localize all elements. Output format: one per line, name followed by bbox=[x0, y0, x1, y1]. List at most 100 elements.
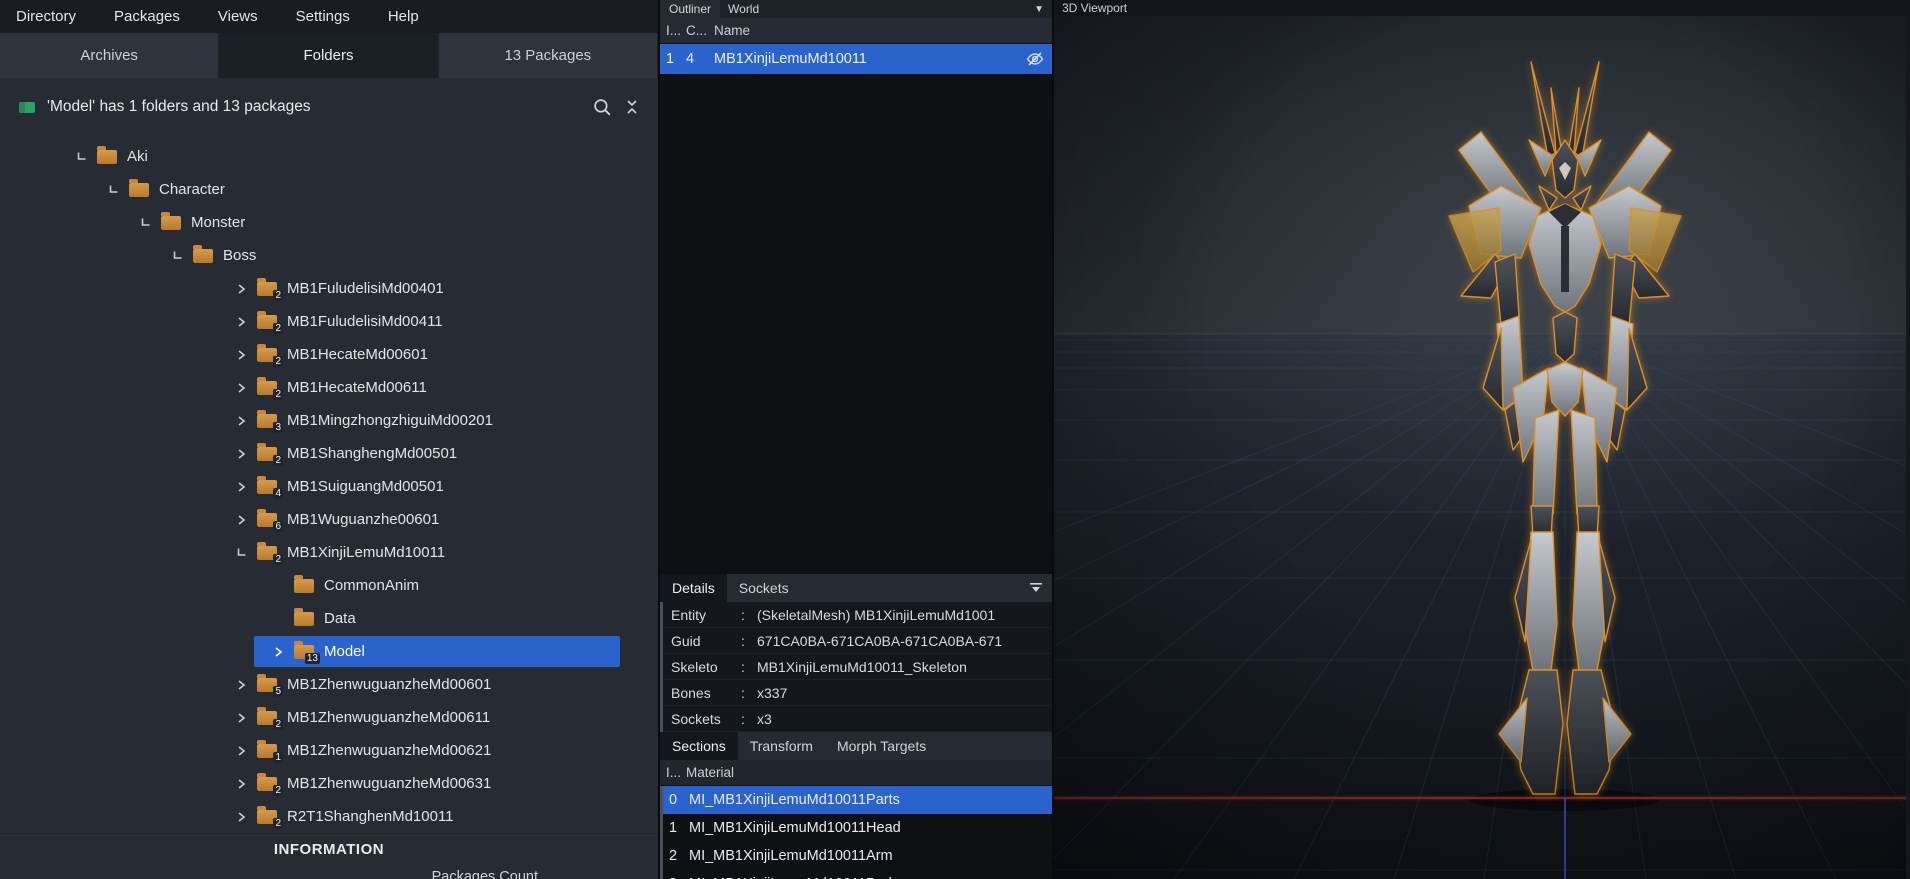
collapse-chevron-icon[interactable] bbox=[235, 745, 257, 757]
collapse-chevron-icon[interactable] bbox=[235, 679, 257, 691]
tree-item-label: MB1HecateMd00611 bbox=[287, 379, 427, 396]
tree-item-label: MB1MingzhongzhiguiMd00201 bbox=[287, 412, 493, 429]
collapse-chevron-icon[interactable] bbox=[235, 382, 257, 394]
tree-item-MB1ZhenwuguanzheMd00611[interactable]: 2 MB1ZhenwuguanzheMd00611 bbox=[0, 701, 658, 734]
sections-tab-transform[interactable]: Transform bbox=[738, 732, 825, 760]
tree-item-Monster[interactable]: Monster bbox=[0, 206, 658, 239]
viewport-scene bbox=[1054, 0, 1906, 879]
folder-count-badge: 2 bbox=[273, 817, 283, 829]
property-row-bones: Bones: x337 bbox=[663, 680, 1052, 706]
tree-item-MB1ZhenwuguanzheMd00631[interactable]: 2 MB1ZhenwuguanzheMd00631 bbox=[0, 767, 658, 800]
tree-item-label: Model bbox=[324, 643, 365, 660]
tree-item-MB1XinjiLemuMd10011[interactable]: 2 MB1XinjiLemuMd10011 bbox=[0, 536, 658, 569]
property-value: 671CA0BA-671CA0BA-671CA0BA-671 bbox=[757, 632, 1003, 649]
tree-item-Character[interactable]: Character bbox=[0, 173, 658, 206]
tree-item-MB1ZhenwuguanzheMd00621[interactable]: 1 MB1ZhenwuguanzheMd00621 bbox=[0, 734, 658, 767]
tree-item-label: Monster bbox=[191, 214, 246, 231]
folder-count-badge: 2 bbox=[273, 784, 283, 796]
material-row[interactable]: 1 MI_MB1XinjiLemuMd10011Head bbox=[663, 814, 1052, 842]
world-dropdown[interactable]: World ▼ bbox=[720, 0, 1052, 18]
details-tab-sockets[interactable]: Sockets bbox=[727, 574, 801, 602]
menu-item-packages[interactable]: Packages bbox=[114, 8, 180, 25]
tab-archives[interactable]: Archives bbox=[0, 33, 220, 78]
material-row[interactable]: 2 MI_MB1XinjiLemuMd10011Arm bbox=[663, 842, 1052, 870]
menu-item-help[interactable]: Help bbox=[388, 8, 419, 25]
sections-tab-morph-targets[interactable]: Morph Targets bbox=[825, 732, 938, 760]
tree-item-R2T1ShanghenMd10011[interactable]: 2 R2T1ShanghenMd10011 bbox=[0, 800, 658, 833]
sections-tab-sections[interactable]: Sections bbox=[660, 732, 738, 760]
expand-arrow-icon[interactable] bbox=[107, 184, 129, 196]
tree-item-MB1MingzhongzhiguiMd00201[interactable]: 3 MB1MingzhongzhiguiMd00201 bbox=[0, 404, 658, 437]
viewport-title: 3D Viewport bbox=[1062, 1, 1128, 15]
material-row-name: MI_MB1XinjiLemuMd10011Arm bbox=[689, 848, 893, 864]
filter-icon[interactable] bbox=[1029, 574, 1043, 602]
tree-item-MB1SuiguangMd00501[interactable]: 4 MB1SuiguangMd00501 bbox=[0, 470, 658, 503]
tree-item-MB1Wuguanzhe00601[interactable]: 6 MB1Wuguanzhe00601 bbox=[0, 503, 658, 536]
tree-item-MB1FuludelisiMd00401[interactable]: 2 MB1FuludelisiMd00401 bbox=[0, 272, 658, 305]
tree-item-CommonAnim[interactable]: CommonAnim bbox=[0, 569, 658, 602]
collapse-chevron-icon[interactable] bbox=[235, 316, 257, 328]
collapse-chevron-icon[interactable] bbox=[235, 514, 257, 526]
outliner-row[interactable]: 1 4 MB1XinjiLemuMd10011 bbox=[660, 44, 1052, 74]
outliner-tab[interactable]: Outliner bbox=[660, 0, 721, 18]
folder-icon: 2 bbox=[257, 541, 283, 565]
tree-item-MB1FuludelisiMd00411[interactable]: 2 MB1FuludelisiMd00411 bbox=[0, 305, 658, 338]
property-value: x3 bbox=[757, 710, 772, 727]
folder-count-badge: 2 bbox=[273, 553, 283, 565]
menu-item-settings[interactable]: Settings bbox=[296, 8, 350, 25]
collapse-chevron-icon[interactable] bbox=[235, 283, 257, 295]
sections-tabs: Sections Transform Morph Targets bbox=[660, 732, 1052, 760]
collapse-chevron-icon[interactable] bbox=[235, 811, 257, 823]
world-dropdown-value: World bbox=[728, 2, 760, 16]
tree-item-MB1HecateMd00601[interactable]: 2 MB1HecateMd00601 bbox=[0, 338, 658, 371]
tab-13-packages[interactable]: 13 Packages bbox=[439, 33, 658, 78]
collapse-chevron-icon[interactable] bbox=[235, 415, 257, 427]
details-tab-details[interactable]: Details bbox=[660, 574, 727, 602]
tree-item-Aki[interactable]: Aki bbox=[0, 140, 658, 173]
package-icon bbox=[18, 100, 36, 115]
menu-item-views[interactable]: Views bbox=[218, 8, 258, 25]
folder-count-badge: 5 bbox=[273, 685, 283, 697]
material-row-index: 2 bbox=[669, 848, 678, 864]
folder-tree: Aki Character Monster Boss 2 MB1FuludelisiMd0… bbox=[0, 136, 658, 833]
folder-icon: 1 bbox=[257, 739, 283, 763]
column-index: I... bbox=[666, 765, 682, 780]
tree-item-Boss[interactable]: Boss bbox=[0, 239, 658, 272]
tree-item-Data[interactable]: Data bbox=[0, 602, 658, 635]
folder-icon bbox=[97, 145, 117, 164]
property-label: Skeleto bbox=[671, 658, 718, 675]
tree-item-label: MB1Wuguanzhe00601 bbox=[287, 511, 440, 528]
search-icon[interactable] bbox=[592, 97, 613, 118]
column-count: C... bbox=[686, 23, 708, 38]
collapse-chevron-icon[interactable] bbox=[235, 778, 257, 790]
property-colon: : bbox=[741, 606, 745, 623]
collapse-chevron-icon[interactable] bbox=[235, 481, 257, 493]
eye-off-icon[interactable] bbox=[1026, 51, 1044, 67]
viewport-canvas[interactable]: 3D Viewport bbox=[1054, 0, 1910, 879]
tree-item-MB1HecateMd00611[interactable]: 2 MB1HecateMd00611 bbox=[0, 371, 658, 404]
collapse-all-icon[interactable] bbox=[624, 98, 640, 116]
menu-item-directory[interactable]: Directory bbox=[16, 8, 76, 25]
collapse-chevron-icon[interactable] bbox=[272, 646, 294, 658]
collapse-chevron-icon[interactable] bbox=[235, 349, 257, 361]
expand-arrow-icon[interactable] bbox=[139, 217, 161, 229]
expand-arrow-icon[interactable] bbox=[235, 547, 257, 559]
material-row[interactable]: 0 MI_MB1XinjiLemuMd10011Parts bbox=[663, 786, 1052, 814]
tree-item-Model[interactable]: 13 Model bbox=[0, 635, 658, 668]
outliner-row-count: 4 bbox=[686, 51, 695, 67]
expand-arrow-icon[interactable] bbox=[171, 250, 193, 262]
expand-arrow-icon[interactable] bbox=[75, 151, 97, 163]
collapse-chevron-icon[interactable] bbox=[235, 448, 257, 460]
tree-item-MB1ZhenwuguanzheMd00601[interactable]: 5 MB1ZhenwuguanzheMd00601 bbox=[0, 668, 658, 701]
menubar: Directory Packages Views Settings Help bbox=[0, 0, 658, 33]
folder-icon bbox=[294, 607, 314, 626]
property-value: MB1XinjiLemuMd10011_Skeleton bbox=[757, 658, 967, 675]
tree-item-MB1ShanghengMd00501[interactable]: 2 MB1ShanghengMd00501 bbox=[0, 437, 658, 470]
collapse-chevron-icon[interactable] bbox=[235, 712, 257, 724]
tree-item-label: MB1XinjiLemuMd10011 bbox=[287, 544, 446, 561]
folder-count-badge: 13 bbox=[304, 652, 320, 664]
property-label: Bones bbox=[671, 684, 711, 701]
information-footer: INFORMATION Packages Count bbox=[0, 833, 658, 879]
material-row[interactable]: 3MI_MB1XinjiLemuMd10011Body bbox=[663, 870, 1052, 879]
tab-folders[interactable]: Folders bbox=[219, 33, 439, 78]
